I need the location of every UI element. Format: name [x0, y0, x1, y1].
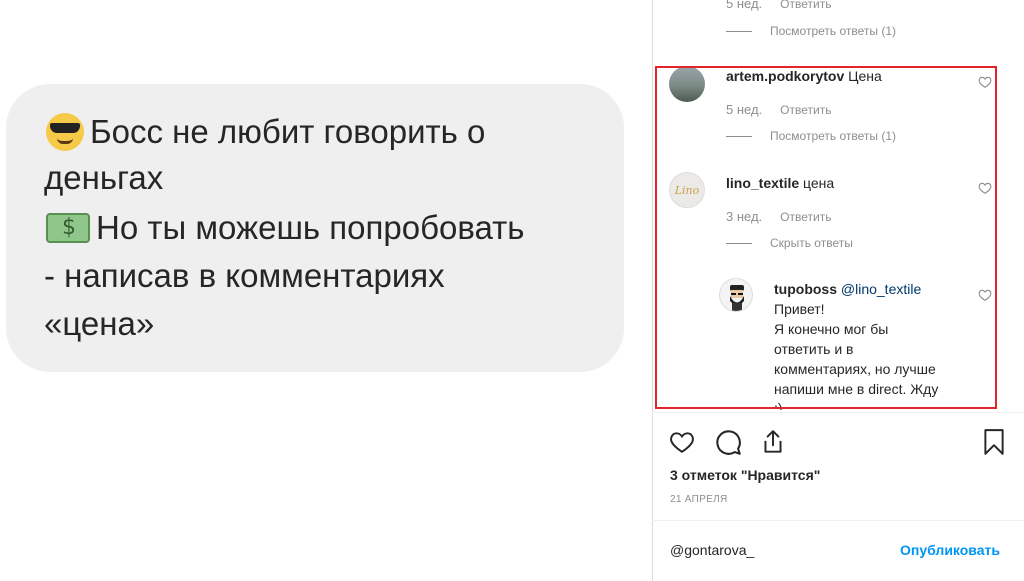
money-emoji-icon [46, 213, 90, 243]
view-replies-toggle[interactable]: Посмотреть ответы (1) [726, 24, 896, 38]
divider-dash [726, 242, 752, 244]
add-comment-input[interactable] [670, 542, 870, 558]
divider [652, 520, 1024, 521]
partial-comment-meta: 5 нед. Ответить [726, 0, 831, 11]
comment-username[interactable]: tupoboss [774, 281, 837, 297]
divider [652, 412, 1024, 413]
comment-meta: 3 нед. Ответить [726, 209, 831, 224]
reply-line: комментариях, но лучше [774, 361, 936, 377]
publish-button[interactable]: Опубликовать [900, 542, 1000, 558]
reply-header: tupoboss @lino_textile [774, 279, 974, 299]
comment-body: цена [803, 175, 835, 191]
post-date: 21 АПРЕЛЯ [670, 494, 728, 505]
comment-time: 5 нед. [726, 0, 763, 11]
likes-count[interactable]: 3 отметок "Нравится" [670, 467, 820, 483]
mention-link[interactable]: @lino_textile [841, 281, 921, 297]
comment-username[interactable]: artem.podkorytov [726, 68, 844, 84]
reply-line: Я конечно мог бы [774, 321, 889, 337]
like-heart-icon[interactable] [978, 75, 992, 89]
share-icon[interactable] [760, 428, 786, 456]
comment-bubble-icon[interactable] [715, 429, 742, 456]
avatar[interactable] [719, 278, 753, 312]
bubble-line-1: Босс не любит говорить о [46, 112, 485, 152]
message-bubble: Босс не любит говорить о деньгах Но ты м… [6, 84, 624, 372]
reply-text: tupoboss @lino_textile Привет! Я конечно… [774, 279, 974, 399]
like-heart-icon[interactable] [978, 181, 992, 195]
hide-replies-toggle[interactable]: Скрыть ответы [726, 236, 853, 250]
divider-dash [726, 30, 752, 32]
sunglasses-emoji-icon [46, 113, 84, 151]
bubble-line-2: деньгах [44, 159, 164, 196]
bookmark-icon[interactable] [982, 428, 1006, 456]
avatar[interactable] [669, 66, 705, 102]
bubble-line-4: - написав в комментариях [44, 257, 445, 294]
view-replies-toggle[interactable]: Посмотреть ответы (1) [726, 129, 896, 143]
avatar[interactable]: Lino [669, 172, 705, 208]
comment-username[interactable]: lino_textile [726, 175, 799, 191]
reply-link[interactable]: Ответить [780, 103, 831, 117]
reply-line: Привет! [774, 301, 825, 317]
bubble-line-5: «цена» [44, 305, 155, 342]
comment-meta: 5 нед. Ответить [726, 102, 831, 117]
reply-line: :) [774, 400, 783, 410]
comment-text: lino_textile цена [726, 173, 834, 193]
reply-link[interactable]: Ответить [780, 210, 831, 224]
like-heart-icon[interactable] [668, 429, 696, 455]
comment-body: Цена [848, 68, 882, 84]
like-heart-icon[interactable] [978, 288, 992, 302]
bubble-line-3: Но ты можешь попробовать [46, 208, 524, 248]
comment-time: 3 нед. [726, 209, 763, 224]
comment-text: artem.podkorytov Цена [726, 66, 882, 86]
reply-link[interactable]: Ответить [780, 0, 831, 11]
post-image: Босс не любит говорить о деньгах Но ты м… [0, 0, 652, 581]
comment-time: 5 нед. [726, 102, 763, 117]
reply-line: ответить и в [774, 341, 854, 357]
reply-clip: :) [652, 398, 1024, 410]
divider-dash [726, 135, 752, 137]
reply-line: напиши мне в direct. Жду [774, 381, 939, 397]
